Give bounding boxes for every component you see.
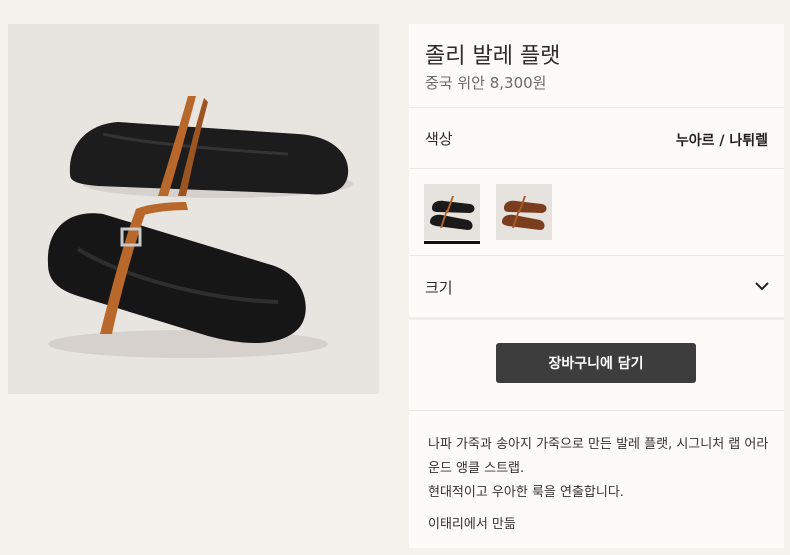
color-label: 색상	[425, 130, 453, 148]
black-flat-thumbnail-icon	[424, 184, 480, 240]
product-title: 졸리 발레 플랫	[425, 44, 561, 69]
swatch-black[interactable]	[424, 184, 480, 240]
brown-flat-thumbnail-icon	[496, 184, 552, 240]
ballet-flats-illustration	[8, 24, 379, 394]
size-selector[interactable]: 크기	[409, 256, 784, 320]
color-value: 누아르 / 나튀렐	[675, 133, 768, 149]
product-header: 졸리 발레 플랫 중국 위안 8,300원	[409, 24, 784, 108]
chevron-down-icon	[755, 282, 769, 291]
color-swatches	[409, 169, 784, 256]
description-text: 나파 가죽과 송아지 가죽으로 만든 발레 플랫, 시그니처 랩 어라운드 앵클…	[428, 433, 773, 505]
product-info-panel: 졸리 발레 플랫 중국 위안 8,300원 색상 누아르 / 나튀렐 크기 장바…	[409, 24, 784, 548]
swatch-brown[interactable]	[496, 184, 552, 240]
product-image[interactable]	[8, 24, 379, 394]
description-line-2: 현대적이고 우아한 룩을 연출합니다.	[428, 485, 624, 500]
description-line-1: 나파 가죽과 송아지 가죽으로 만든 발레 플랫, 시그니처 랩 어라운드 앵클…	[428, 437, 769, 476]
made-in-label: 이태리에서 만듦	[428, 517, 516, 532]
cart-section: 장바구니에 담기	[409, 320, 784, 411]
add-to-cart-button[interactable]: 장바구니에 담기	[496, 343, 696, 383]
product-price: 중국 위안 8,300원	[425, 74, 547, 92]
product-description: 나파 가죽과 송아지 가죽으로 만든 발레 플랫, 시그니처 랩 어라운드 앵클…	[409, 411, 784, 532]
selected-swatch-indicator	[424, 241, 480, 244]
color-option: 색상 누아르 / 나튀렐	[409, 108, 784, 169]
size-label: 크기	[425, 279, 453, 297]
